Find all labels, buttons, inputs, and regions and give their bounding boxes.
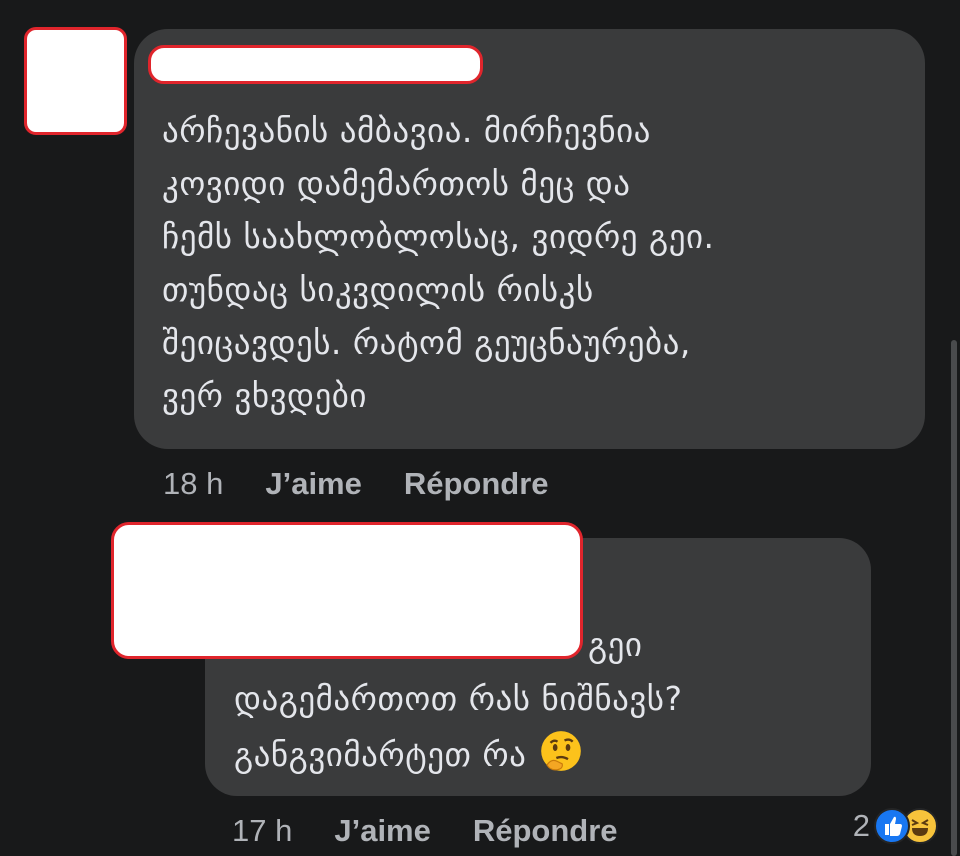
reply-actions: 17 h J’aime Répondre	[232, 813, 660, 849]
reaction-summary[interactable]: 2	[853, 808, 938, 844]
reply-text-line-3: განგვიმარტეთ რა	[234, 728, 582, 781]
reply-author-redacted	[111, 522, 583, 659]
comment-actions: 18 h J’aime Répondre	[163, 466, 591, 502]
reply-text-line-1: გეი	[588, 625, 643, 664]
reply-timestamp[interactable]: 17 h	[232, 813, 292, 849]
reply-text-line-2: დაგემართოთ რას ნიშნავს?	[234, 679, 683, 718]
like-icon	[874, 808, 910, 844]
author-name-redacted	[148, 45, 483, 84]
reply-button[interactable]: Répondre	[404, 466, 549, 502]
reaction-count: 2	[852, 808, 870, 843]
reply-like-button[interactable]: J’aime	[334, 813, 431, 849]
comment-timestamp[interactable]: 18 h	[163, 466, 223, 502]
like-button[interactable]: J’aime	[265, 466, 362, 502]
comment-bubble: არჩევანის ამბავია. მირჩევნია კოვიდი დამე…	[134, 29, 925, 449]
thinking-face-icon	[541, 731, 582, 771]
scrollbar[interactable]	[951, 340, 957, 856]
avatar-redacted	[24, 27, 127, 135]
comment-text: არჩევანის ამბავია. მირჩევნია კოვიდი დამე…	[162, 111, 715, 415]
reply-reply-button[interactable]: Répondre	[473, 813, 618, 849]
